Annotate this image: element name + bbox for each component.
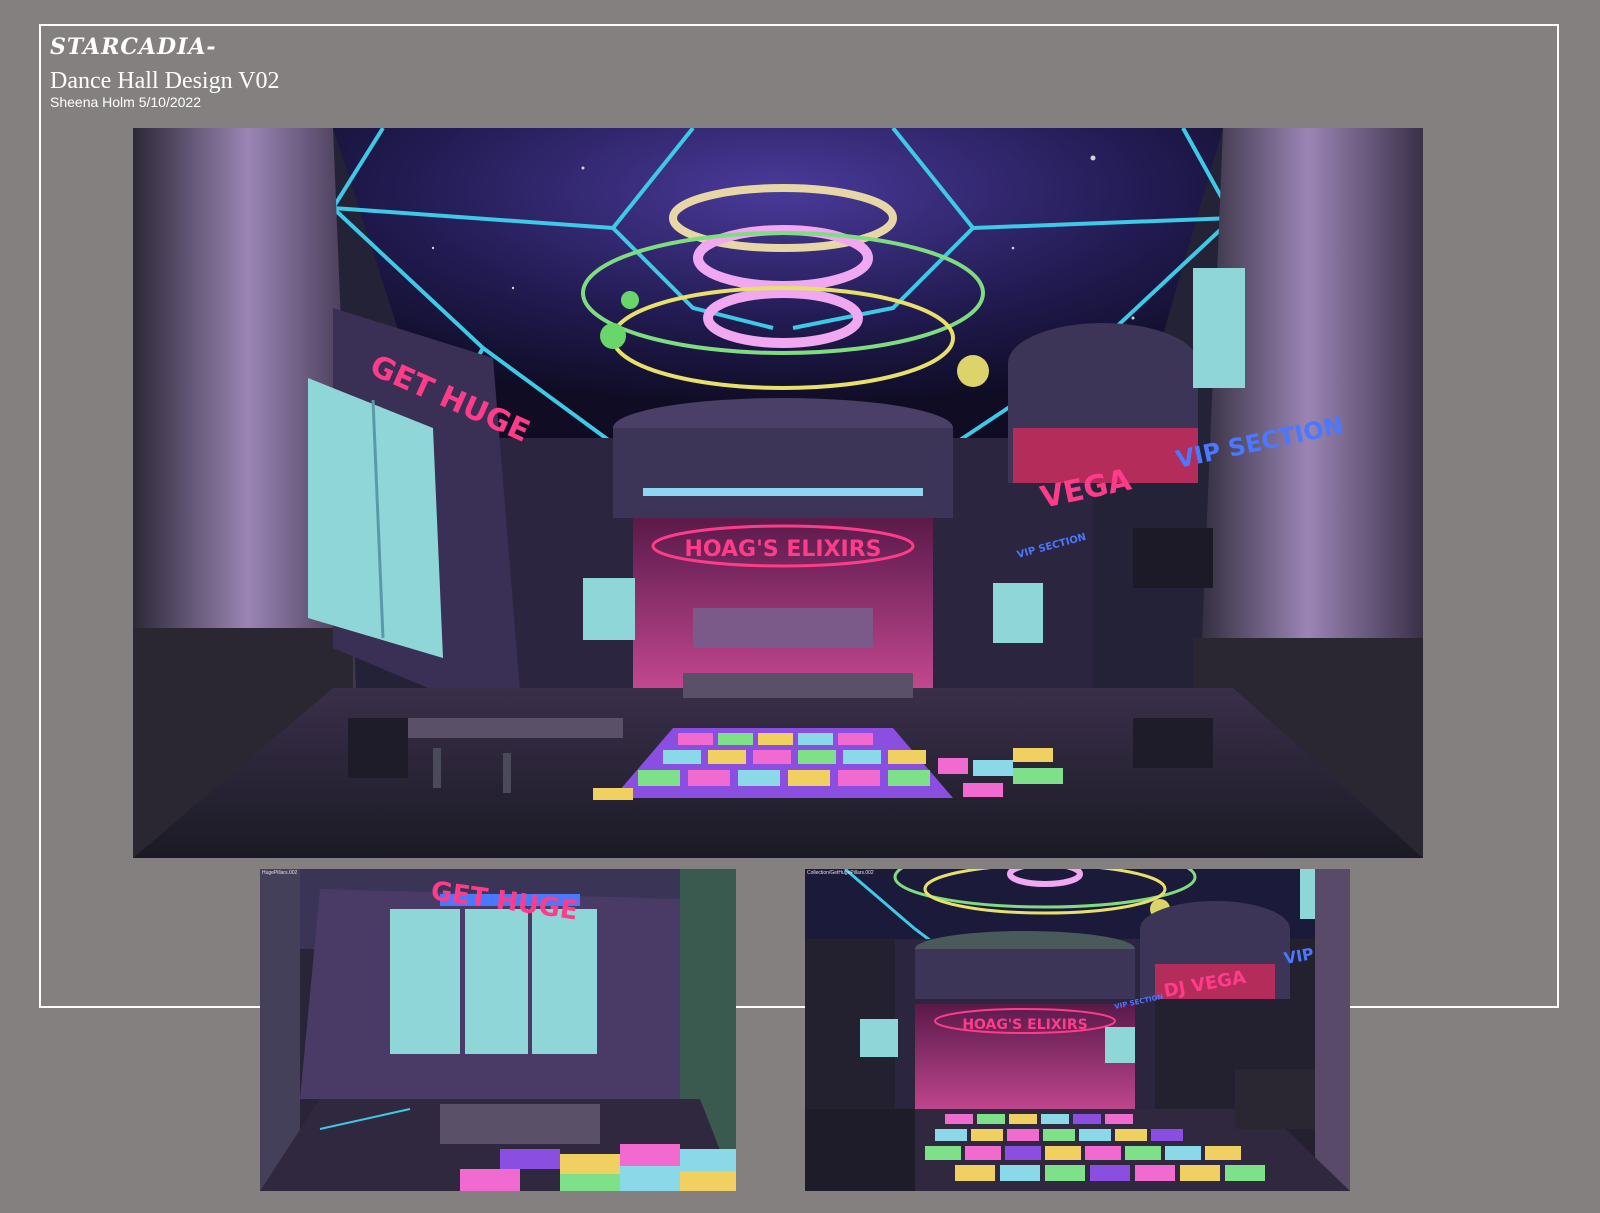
starcadia-logo: STARCADIA-	[50, 34, 217, 60]
thumbnail-left-scene: GET HUGE	[260, 869, 736, 1191]
thumb-sign-hoags-elixirs: HOAG'S ELIXIRS	[962, 1017, 1087, 1033]
sign-hoags-elixirs: HOAG'S ELIXIRS	[684, 537, 881, 562]
thumb-left-caption: HugePillars.002	[262, 870, 298, 876]
thumbnail-get-huge-stage: GET HUGE HugePillars.002	[260, 869, 736, 1191]
author-date: Sheena Holm 5/10/2022	[50, 94, 201, 110]
sheet-title: Dance Hall Design V02	[50, 68, 280, 94]
thumbnail-right-scene: HOAG'S ELIXIRS DJ VEGA VIP SE VIP SECTIO…	[805, 869, 1350, 1191]
main-render-scene: HOAG'S ELIXIRS GET HUGE VEGA VIP SECTION…	[133, 128, 1423, 858]
thumb-right-caption: Collection/GetHugePillars.002	[807, 870, 874, 876]
main-render: HOAG'S ELIXIRS GET HUGE VEGA VIP SECTION…	[133, 128, 1423, 858]
thumbnail-bar-overview: HOAG'S ELIXIRS DJ VEGA VIP SE VIP SECTIO…	[805, 869, 1350, 1191]
